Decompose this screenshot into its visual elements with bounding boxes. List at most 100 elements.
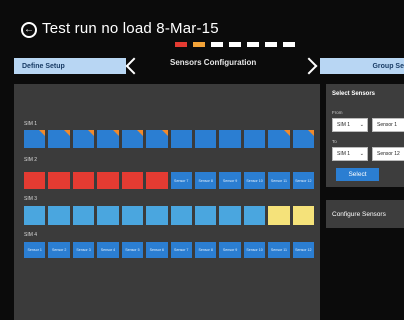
- sensor-tile[interactable]: [268, 206, 290, 225]
- page-title: Test run no load 8-Mar-15: [42, 20, 219, 37]
- sensor-label: Sensor 2: [51, 248, 67, 252]
- sensor-tile[interactable]: Sensor 10: [243, 242, 266, 258]
- from-label: From: [332, 110, 343, 115]
- chevron-down-icon: ⌄: [359, 151, 364, 157]
- sensor-tile[interactable]: [48, 172, 70, 189]
- sensor-label: Sensor 11: [270, 248, 287, 252]
- to-sensor-value: Sensor 12: [377, 151, 400, 157]
- status-flag-icon: [161, 130, 168, 136]
- sensor-grid: SIM 1 SIM 2 Sensor 7 Sensor 8 Sensor 9 Sens…: [14, 84, 320, 320]
- back-arrow-icon[interactable]: ←: [21, 22, 37, 38]
- sensor-tile[interactable]: [170, 130, 192, 148]
- to-label: To: [332, 139, 337, 144]
- sensor-tile[interactable]: [170, 206, 192, 225]
- sensor-label: Sensor 9: [222, 178, 238, 183]
- select-sensors-heading: Select Sensors: [332, 91, 376, 97]
- sensor-tile[interactable]: [194, 130, 217, 148]
- to-sensor-select[interactable]: Sensor 12: [372, 147, 404, 161]
- from-sensor-value: Sensor 1: [377, 122, 398, 128]
- sensor-tile[interactable]: Sensor 12: [292, 242, 315, 258]
- sensor-tile[interactable]: [121, 206, 144, 225]
- sensor-tile[interactable]: [72, 130, 95, 148]
- sensor-tile[interactable]: [48, 130, 70, 148]
- top-bar: ← Test run no load 8-Mar-15 Define Setup…: [0, 0, 404, 80]
- sensor-label: Sensor 6: [149, 248, 165, 252]
- sensor-tile[interactable]: Sensor 7: [170, 172, 192, 189]
- from-sensor-select[interactable]: Sensor 1: [372, 118, 404, 132]
- sensor-tile[interactable]: [243, 130, 266, 148]
- select-button[interactable]: Select: [336, 168, 379, 181]
- sensor-tile[interactable]: [48, 206, 70, 225]
- sensor-tile[interactable]: Sensor 3: [72, 242, 95, 258]
- sensor-tile[interactable]: [97, 172, 119, 189]
- sensor-tile[interactable]: [219, 130, 241, 148]
- progress-segment: [247, 42, 259, 47]
- sensor-tile[interactable]: [146, 130, 168, 148]
- step-current-label: Sensors Configuration: [170, 58, 257, 67]
- sensor-tile[interactable]: [146, 172, 168, 189]
- sensor-label: Sensor 10: [246, 178, 263, 183]
- chevron-left-icon[interactable]: [125, 57, 143, 75]
- sensor-tile[interactable]: Sensor 5: [121, 242, 144, 258]
- sensor-tile[interactable]: Sensor 9: [219, 242, 241, 258]
- sensor-tile[interactable]: [243, 206, 266, 225]
- sensor-tile[interactable]: [146, 206, 168, 225]
- chevron-right-icon[interactable]: [300, 57, 318, 75]
- sim-label: SIM 3: [24, 196, 38, 202]
- status-flag-icon: [88, 130, 95, 136]
- sensor-label: Sensor 7: [174, 178, 189, 183]
- sensor-tile[interactable]: Sensor 11: [268, 172, 290, 189]
- sensor-label: Sensor 12: [295, 178, 312, 183]
- progress-segment: [229, 42, 241, 47]
- progress-segment: [283, 42, 295, 47]
- sensor-row-sim3: [24, 206, 315, 225]
- sensor-tile[interactable]: [24, 172, 46, 189]
- sensor-tile[interactable]: [24, 130, 46, 148]
- sensor-tile[interactable]: Sensor 11: [268, 242, 290, 258]
- sensor-tile[interactable]: [292, 130, 315, 148]
- sensor-tile[interactable]: Sensor 8: [194, 242, 217, 258]
- select-sensors-panel: Select Sensors From SIM 1 ⌄ Sensor 1 To …: [326, 84, 404, 187]
- sensor-tile[interactable]: [268, 130, 290, 148]
- sensor-tile[interactable]: Sensor 9: [219, 172, 241, 189]
- sensor-tile[interactable]: Sensor 12: [292, 172, 315, 189]
- sensor-tile[interactable]: [121, 130, 144, 148]
- sensor-row-sim4: Sensor 1 Sensor 2 Sensor 3 Sensor 4 Sensor 5…: [24, 242, 315, 258]
- status-flag-icon: [137, 130, 144, 136]
- sensor-tile[interactable]: Sensor 1: [24, 242, 46, 258]
- sensor-tile[interactable]: [219, 206, 241, 225]
- step-prev-button[interactable]: Define Setup: [14, 58, 126, 74]
- sensor-tile[interactable]: [292, 206, 315, 225]
- sensor-label: Sensor 11: [270, 178, 287, 183]
- to-sim-select[interactable]: SIM 1 ⌄: [332, 147, 368, 161]
- sensor-tile[interactable]: [97, 130, 119, 148]
- sensor-tile[interactable]: Sensor 10: [243, 172, 266, 189]
- sensor-label: Sensor 8: [198, 248, 213, 252]
- configure-sensors-button[interactable]: Configure Sensors: [326, 200, 404, 228]
- sensor-tile[interactable]: [194, 206, 217, 225]
- step-navigation: Define Setup Sensors Configuration Group…: [0, 54, 404, 78]
- progress-segment: [175, 42, 187, 47]
- sensor-tile[interactable]: [72, 206, 95, 225]
- sim-label: SIM 1: [24, 121, 38, 127]
- sensor-tile[interactable]: [121, 172, 144, 189]
- sensor-tile[interactable]: Sensor 2: [48, 242, 70, 258]
- status-flag-icon: [63, 130, 70, 136]
- progress-segment: [211, 42, 223, 47]
- sensor-row-sim2: Sensor 7 Sensor 8 Sensor 9 Sensor 10 Sensor …: [24, 172, 315, 189]
- sensor-row-sim1: [24, 130, 315, 148]
- status-flag-icon: [39, 130, 46, 136]
- sensor-tile[interactable]: [97, 206, 119, 225]
- sensor-tile[interactable]: Sensor 8: [194, 172, 217, 189]
- sensor-tile[interactable]: Sensor 7: [170, 242, 192, 258]
- progress-indicator: [175, 42, 295, 47]
- step-next-button[interactable]: Group Se: [320, 58, 404, 74]
- sensor-tile[interactable]: Sensor 6: [146, 242, 168, 258]
- sensor-tile[interactable]: [24, 206, 46, 225]
- sensor-tile[interactable]: Sensor 4: [97, 242, 119, 258]
- from-sim-select[interactable]: SIM 1 ⌄: [332, 118, 368, 132]
- status-flag-icon: [112, 130, 119, 136]
- sensor-tile[interactable]: [72, 172, 95, 189]
- sim-label: SIM 4: [24, 232, 38, 238]
- progress-segment: [265, 42, 277, 47]
